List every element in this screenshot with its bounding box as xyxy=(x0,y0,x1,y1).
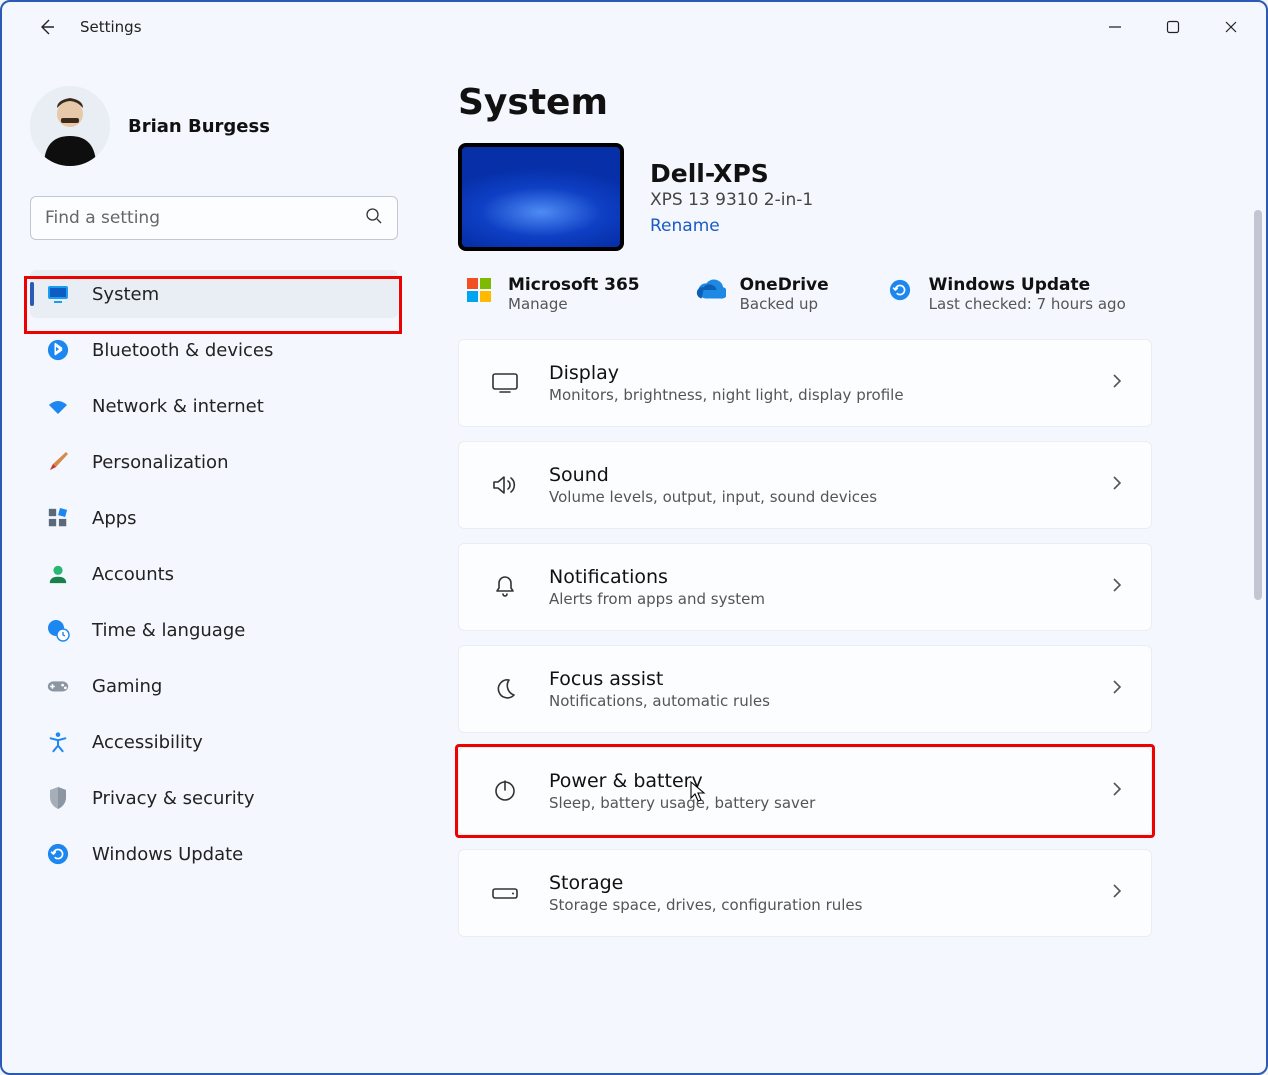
person-icon xyxy=(46,562,70,586)
setting-subtitle: Volume levels, output, input, sound devi… xyxy=(549,488,877,506)
nav-item-bluetooth[interactable]: Bluetooth & devices xyxy=(30,326,398,374)
maximize-button[interactable] xyxy=(1144,7,1202,47)
nav-item-label: Gaming xyxy=(92,676,162,697)
drive-icon xyxy=(487,875,523,911)
page-title: System xyxy=(458,82,1230,123)
nav-item-privacy[interactable]: Privacy & security xyxy=(30,774,398,822)
setting-subtitle: Sleep, battery usage, battery saver xyxy=(549,794,815,812)
rename-link[interactable]: Rename xyxy=(650,216,720,236)
setting-card-sound[interactable]: Sound Volume levels, output, input, sound… xyxy=(458,441,1152,529)
chevron-right-icon xyxy=(1111,576,1123,598)
nav-item-label: Windows Update xyxy=(92,844,243,865)
cloud-icon xyxy=(696,275,726,305)
setting-title: Power & battery xyxy=(549,770,815,792)
search-input[interactable] xyxy=(45,208,365,228)
settings-list: Display Monitors, brightness, night light… xyxy=(458,339,1230,937)
nav-item-label: Bluetooth & devices xyxy=(92,340,273,361)
shield-icon xyxy=(46,786,70,810)
microsoft-icon xyxy=(464,275,494,305)
device-info: Dell-XPS XPS 13 9310 2-in-1 Rename xyxy=(458,143,1230,251)
setting-card-power[interactable]: Power & battery Sleep, battery usage, bat… xyxy=(458,747,1152,835)
setting-title: Sound xyxy=(549,464,877,486)
refresh-icon xyxy=(46,842,70,866)
status-sub: Manage xyxy=(508,295,640,313)
chevron-right-icon xyxy=(1111,780,1123,802)
nav-item-label: System xyxy=(92,284,159,305)
nav-item-label: Network & internet xyxy=(92,396,264,417)
setting-card-storage[interactable]: Storage Storage space, drives, configurat… xyxy=(458,849,1152,937)
setting-subtitle: Alerts from apps and system xyxy=(549,590,765,608)
device-thumbnail[interactable] xyxy=(458,143,624,251)
nav-item-label: Apps xyxy=(92,508,137,529)
nav-item-network[interactable]: Network & internet xyxy=(30,382,398,430)
search-box[interactable] xyxy=(30,196,398,240)
status-row: Microsoft 365Manage OneDriveBacked up Wind… xyxy=(458,275,1230,313)
window-title: Settings xyxy=(80,18,142,36)
nav-item-accessibility[interactable]: Accessibility xyxy=(30,718,398,766)
nav-item-accounts[interactable]: Accounts xyxy=(30,550,398,598)
device-model: XPS 13 9310 2-in-1 xyxy=(650,190,813,210)
status-sub: Last checked: 7 hours ago xyxy=(929,295,1126,313)
wifi-icon xyxy=(46,394,70,418)
moon-icon xyxy=(487,671,523,707)
nav-item-label: Personalization xyxy=(92,452,228,473)
chevron-right-icon xyxy=(1111,882,1123,904)
status-item-onedrive[interactable]: OneDriveBacked up xyxy=(696,275,829,313)
nav-item-system[interactable]: System xyxy=(30,270,398,318)
speaker-icon xyxy=(487,467,523,503)
status-sub: Backed up xyxy=(740,295,829,313)
chevron-right-icon xyxy=(1111,372,1123,394)
apps-icon xyxy=(46,506,70,530)
accessibility-icon xyxy=(46,730,70,754)
globe-clock-icon xyxy=(46,618,70,642)
chevron-right-icon xyxy=(1111,474,1123,496)
brush-icon xyxy=(46,450,70,474)
bell-icon xyxy=(487,569,523,605)
back-button[interactable] xyxy=(32,12,62,42)
setting-card-focus[interactable]: Focus assist Notifications, automatic rul… xyxy=(458,645,1152,733)
search-icon xyxy=(365,207,383,229)
gamepad-icon xyxy=(46,674,70,698)
setting-title: Notifications xyxy=(549,566,765,588)
device-name: Dell-XPS xyxy=(650,159,813,188)
nav-list: System Bluetooth & devices Network & inter… xyxy=(30,270,402,878)
status-title: Windows Update xyxy=(929,275,1126,295)
nav-item-apps[interactable]: Apps xyxy=(30,494,398,542)
setting-card-notifications[interactable]: Notifications Alerts from apps and system xyxy=(458,543,1152,631)
setting-card-display[interactable]: Display Monitors, brightness, night light… xyxy=(458,339,1152,427)
nav-item-label: Accounts xyxy=(92,564,174,585)
nav-item-label: Accessibility xyxy=(92,732,203,753)
nav-item-label: Privacy & security xyxy=(92,788,255,809)
setting-title: Focus assist xyxy=(549,668,770,690)
status-title: OneDrive xyxy=(740,275,829,295)
refresh-icon xyxy=(885,275,915,305)
display-icon xyxy=(487,365,523,401)
bluetooth-icon xyxy=(46,338,70,362)
status-item-m365[interactable]: Microsoft 365Manage xyxy=(464,275,640,313)
setting-title: Display xyxy=(549,362,904,384)
monitor-icon xyxy=(46,282,70,306)
nav-item-label: Time & language xyxy=(92,620,245,641)
nav-item-time[interactable]: Time & language xyxy=(30,606,398,654)
setting-title: Storage xyxy=(549,872,862,894)
setting-subtitle: Storage space, drives, configuration rul… xyxy=(549,896,862,914)
chevron-right-icon xyxy=(1111,678,1123,700)
minimize-button[interactable] xyxy=(1086,7,1144,47)
close-button[interactable] xyxy=(1202,7,1260,47)
avatar xyxy=(30,86,110,166)
user-profile[interactable]: Brian Burgess xyxy=(30,86,402,166)
scrollbar-thumb[interactable] xyxy=(1254,210,1262,600)
nav-item-update[interactable]: Windows Update xyxy=(30,830,398,878)
power-icon xyxy=(487,773,523,809)
nav-item-gaming[interactable]: Gaming xyxy=(30,662,398,710)
setting-subtitle: Monitors, brightness, night light, displ… xyxy=(549,386,904,404)
nav-item-personalization[interactable]: Personalization xyxy=(30,438,398,486)
setting-subtitle: Notifications, automatic rules xyxy=(549,692,770,710)
status-title: Microsoft 365 xyxy=(508,275,640,295)
status-item-update[interactable]: Windows UpdateLast checked: 7 hours ago xyxy=(885,275,1126,313)
user-name: Brian Burgess xyxy=(128,116,270,137)
